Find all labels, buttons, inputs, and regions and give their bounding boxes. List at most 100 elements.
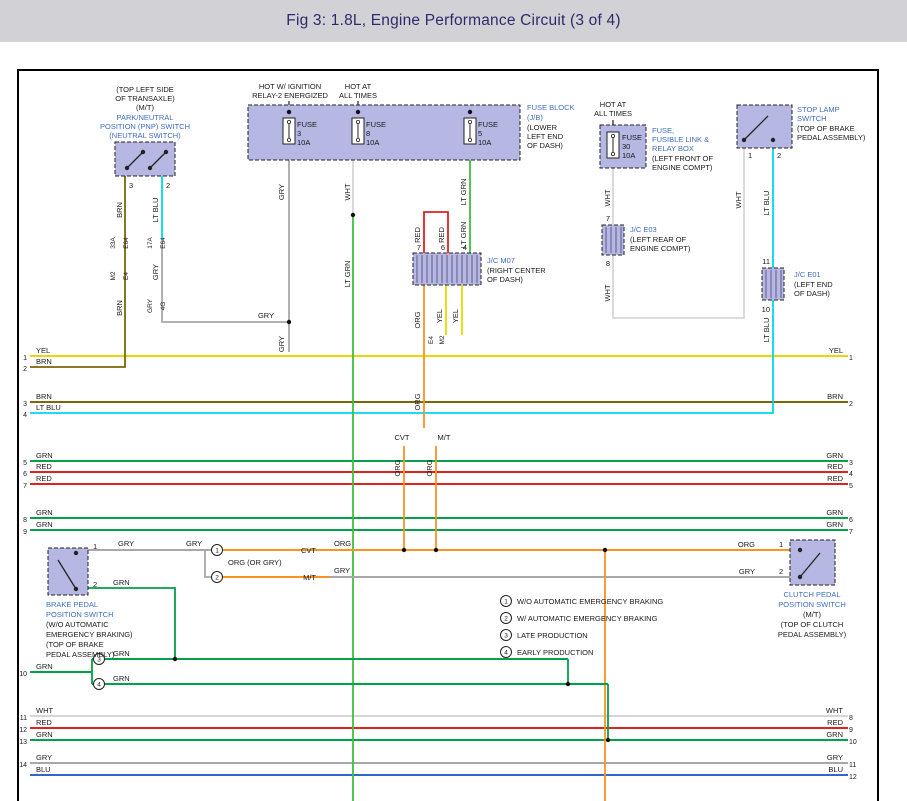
junction-dot — [351, 213, 355, 217]
left-pin-number: 13 — [19, 739, 27, 746]
junction-dot — [606, 738, 610, 742]
diagram-label: 1 — [93, 542, 97, 551]
diagram-label: (TOP OF BRAKE — [797, 124, 855, 133]
diagram-label: GRN — [113, 578, 130, 587]
pnp-contact-2-terminal — [148, 166, 152, 170]
junction-dot — [287, 110, 291, 114]
left-wire-label: BRN — [36, 357, 52, 366]
left-wire-label: BLU — [36, 765, 51, 774]
left-pin-number: 1 — [23, 355, 27, 362]
pnp-switch-box — [115, 142, 175, 176]
diagram-label: WHT — [734, 191, 743, 208]
diagram-label: (M/T) — [136, 103, 154, 112]
diagram-label: OF DASH) — [527, 141, 563, 150]
left-pin-number: 12 — [19, 727, 27, 734]
left-wire-label: GRN — [36, 451, 53, 460]
right-pin-number: 10 — [849, 739, 857, 746]
diagram-label: (LEFT REAR OF — [630, 235, 687, 244]
diagram-label: 3 — [129, 181, 133, 190]
diagram-label: M/T — [303, 573, 316, 582]
diagram-label: GRY — [334, 566, 350, 575]
legend-number: 2 — [504, 616, 508, 623]
diagram-label: RELAY-2 ENERGIZED — [252, 91, 328, 100]
left-pin-number: 2 — [23, 366, 27, 373]
diagram-label: GRY — [277, 336, 286, 352]
circled-number-text: 1 — [215, 548, 219, 555]
junction-dot — [356, 110, 360, 114]
diagram-label: GRY — [151, 264, 160, 280]
diagram-label: 10A — [478, 138, 491, 147]
diagram-label: 10A — [366, 138, 379, 147]
right-pin-number: 6 — [849, 517, 853, 524]
diagram-label: POSITION (PNP) SWITCH — [100, 122, 190, 131]
fuse-terminal — [356, 138, 359, 141]
diagram-label: ORG (OR GRY) — [228, 558, 282, 567]
diagram-label: HOT W/ IGNITION — [259, 82, 321, 91]
diagram-label: (LOWER — [527, 123, 558, 132]
left-wire-label: GRN — [36, 520, 53, 529]
diagram-label: 33A — [110, 237, 117, 249]
diagram-label: FUSE, — [652, 126, 674, 135]
circled-number-text: 4 — [97, 682, 101, 689]
diagram-label: LT BLU — [762, 318, 771, 343]
right-pin-number: 2 — [849, 401, 853, 408]
diagram-label: HOT AT — [345, 82, 372, 91]
fuse-terminal — [287, 120, 290, 123]
diagram-label: RED — [437, 227, 446, 243]
legend-text: EARLY PRODUCTION — [517, 648, 593, 657]
diagram-label: LT GRN — [459, 179, 468, 206]
diagram-label: LT GRN — [343, 261, 352, 288]
diagram-label: PEDAL ASSEMBLY) — [46, 650, 115, 659]
diagram-label: (TOP OF BRAKE — [46, 640, 104, 649]
diagram-label: (TOP OF CLUTCH — [781, 620, 844, 629]
junction-dot — [468, 110, 472, 114]
pnp-contact-2-terminal — [164, 150, 168, 154]
fuse-terminal — [611, 152, 614, 155]
legend-text: LATE PRODUCTION — [517, 631, 588, 640]
diagram-label: FUSE — [366, 120, 386, 129]
right-wire-label: GRN — [826, 520, 843, 529]
diagram-label: GRY — [147, 298, 154, 313]
right-pin-number: 1 — [849, 355, 853, 362]
diagram-label: (RIGHT CENTER — [487, 266, 546, 275]
diagram-label: M2 — [439, 335, 446, 344]
diagram-label: FUSE — [478, 120, 498, 129]
diagram-label: M2 — [110, 271, 117, 280]
diagram-label: PEDAL ASSEMBLY) — [778, 630, 847, 639]
diagram-label: (M/T) — [803, 610, 821, 619]
diagram-label: LT BLU — [151, 198, 160, 223]
diagram-label: 2 — [779, 567, 783, 576]
diagram-label: GRY — [739, 567, 755, 576]
pnp-contact-1-terminal — [141, 150, 145, 154]
diagram-label: RELAY BOX — [652, 144, 694, 153]
left-pin-number: 14 — [19, 762, 27, 769]
diagram-label: ENGINE COMPT) — [630, 244, 691, 253]
diagram-label: LEFT END — [527, 132, 564, 141]
diagram-label: OF DASH) — [794, 289, 830, 298]
figure-page: Fig 3: 1.8L, Engine Performance Circuit … — [0, 0, 907, 801]
right-wire-label: GRN — [826, 508, 843, 517]
diagram-label: FUSIBLE LINK & — [652, 135, 709, 144]
junction-dot — [566, 682, 570, 686]
diagram-label: PEDAL ASSEMBLY) — [797, 133, 866, 142]
diagram-label: (W/O AUTOMATIC — [46, 620, 109, 629]
junction-dot — [287, 320, 291, 324]
diagram-label: 3 — [297, 129, 301, 138]
diagram-label: J/C E01 — [794, 270, 821, 279]
diagram-label: GRY — [186, 539, 202, 548]
right-pin-number: 5 — [849, 483, 853, 490]
left-wire-label: GRY — [36, 753, 52, 762]
diagram-label: GRN — [113, 649, 130, 658]
right-wire-label: GRN — [826, 730, 843, 739]
left-wire-label: RED — [36, 718, 52, 727]
diagram-label: OF TRANSAXLE) — [115, 94, 175, 103]
diagram-label: YEL — [451, 309, 460, 323]
junction-dot — [434, 548, 438, 552]
diagram-label: BRN — [115, 202, 124, 218]
brake-contact-terminal — [74, 587, 78, 591]
left-pin-number: 6 — [23, 471, 27, 478]
diagram-label: HOT AT — [600, 100, 627, 109]
right-wire-label: RED — [827, 462, 843, 471]
diagram-label: BRAKE PEDAL — [46, 600, 98, 609]
diagram-label: (LEFT FRONT OF — [652, 154, 713, 163]
